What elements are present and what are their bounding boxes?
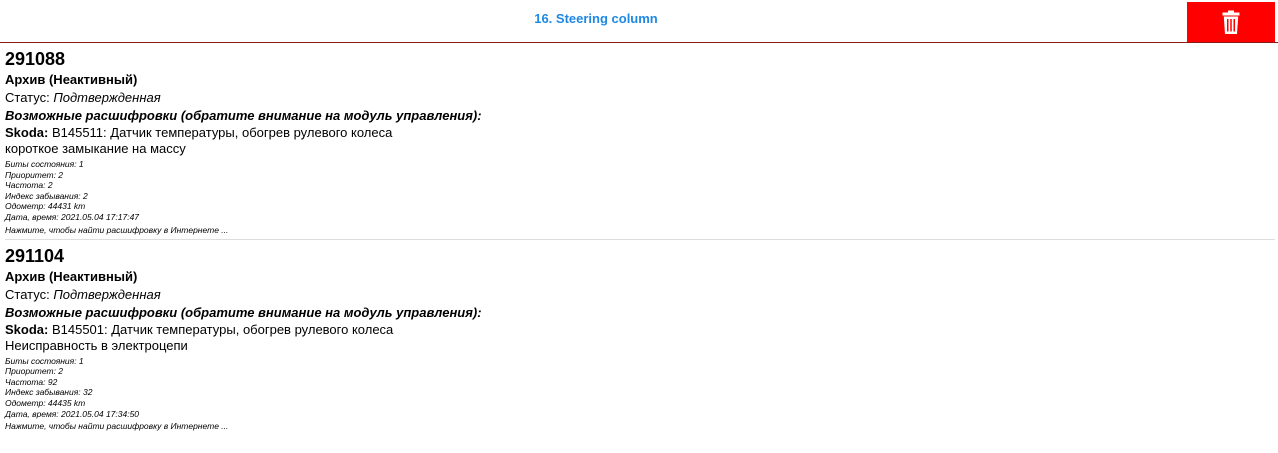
fault-description: Skoda: B145501: Датчик температуры, обог…	[5, 322, 1275, 354]
fault-entry[interactable]: 291088 Архив (Неактивный) Статус: Подтве…	[5, 43, 1278, 239]
fault-entry[interactable]: 291104 Архив (Неактивный) Статус: Подтве…	[5, 238, 1275, 436]
odometer: Одометр: 44431 km	[5, 201, 86, 212]
description-line-2: короткое замыкание на массу	[5, 141, 186, 156]
archive-status: Архив (Неактивный)	[5, 72, 138, 87]
brand-label: Skoda:	[5, 125, 49, 140]
odometer: Одометр: 44435 km	[5, 397, 86, 408]
status-line: Статус: Подтвержденная	[5, 89, 1278, 107]
frequency: Частота: 2	[5, 180, 53, 191]
fault-code: 291088	[5, 49, 66, 69]
brand-label: Skoda:	[5, 321, 49, 337]
module-title[interactable]: 16. Steering column	[0, 0, 1192, 38]
fault-details: Биты состояния: 1 Приоритет: 2 Частота: …	[5, 356, 1275, 420]
decoding-hint: Возможные расшифровки (обратите внимание…	[5, 304, 482, 320]
forget-index: Индекс забывания: 2	[5, 190, 88, 201]
fault-code: 291104	[5, 245, 65, 266]
description-line-1: B145511: Датчик температуры, обогрев рул…	[48, 125, 393, 140]
delete-button[interactable]	[1187, 2, 1275, 42]
trash-icon	[1222, 10, 1240, 35]
priority: Приоритет: 2	[5, 169, 64, 180]
datetime: Дата, время: 2021.05.04 17:34:50	[5, 408, 140, 419]
status-bits: Биты состояния: 1	[5, 355, 84, 366]
search-online-link[interactable]: Нажмите, чтобы найти расшифровку в Интер…	[5, 223, 1278, 237]
search-online-link[interactable]: Нажмите, чтобы найти расшифровку в Интер…	[5, 419, 1275, 433]
datetime: Дата, время: 2021.05.04 17:17:47	[5, 211, 140, 222]
header-bar: 16. Steering column	[0, 0, 1278, 43]
archive-status: Архив (Неактивный)	[5, 268, 138, 284]
status-label: Статус:	[5, 286, 54, 302]
description-line-1: B145501: Датчик температуры, обогрев рул…	[48, 321, 394, 337]
status-value: Подтвержденная	[53, 90, 161, 105]
forget-index: Индекс забывания: 32	[5, 387, 93, 398]
frequency: Частота: 92	[5, 376, 58, 387]
description-line-2: Неисправность в электроцепи	[5, 337, 188, 353]
priority: Приоритет: 2	[5, 366, 64, 377]
fault-code-list: 291088 Архив (Неактивный) Статус: Подтве…	[0, 43, 1278, 435]
status-line: Статус: Подтвержденная	[5, 286, 1275, 304]
status-bits: Биты состояния: 1	[5, 159, 84, 169]
status-value: Подтвержденная	[53, 286, 161, 302]
decoding-hint: Возможные расшифровки (обратите внимание…	[5, 108, 482, 123]
fault-details: Биты состояния: 1 Приоритет: 2 Частота: …	[5, 159, 1278, 223]
fault-description: Skoda: B145511: Датчик температуры, обог…	[5, 125, 1278, 157]
status-label: Статус:	[5, 90, 54, 105]
